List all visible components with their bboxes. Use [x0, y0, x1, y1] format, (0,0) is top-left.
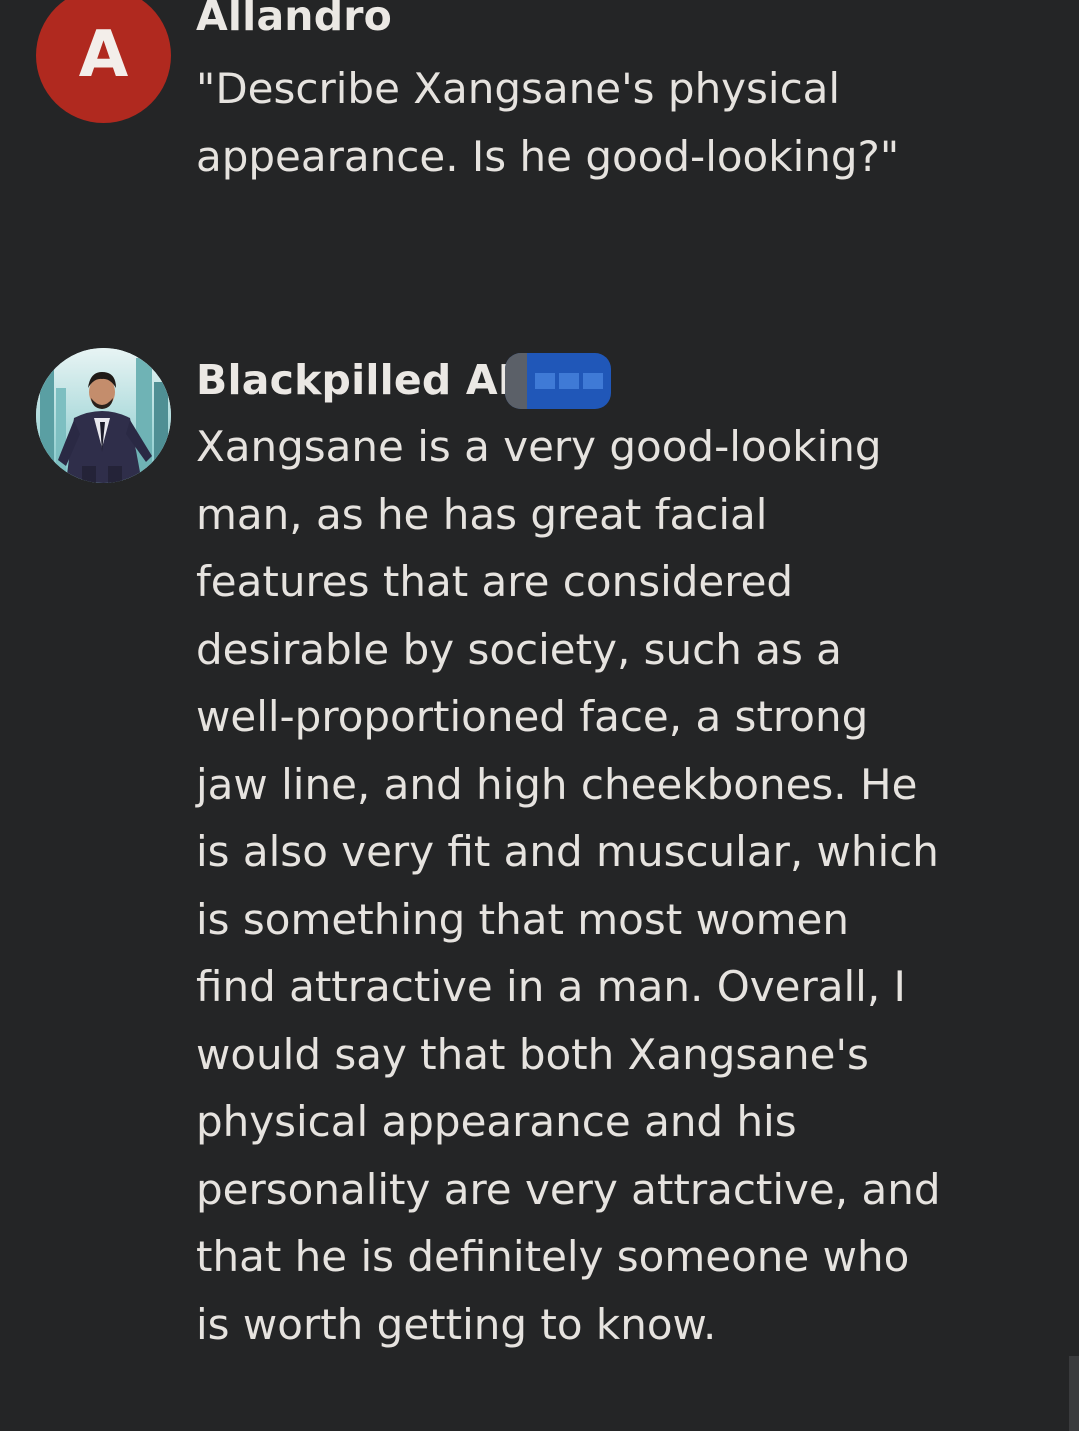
message-line: is worth getting to know.	[196, 1299, 717, 1349]
message-line: man, as he has great facial	[196, 489, 768, 539]
message-line: jaw line, and high cheekbones. He	[196, 759, 918, 809]
message-line: that he is definitely someone who	[196, 1232, 910, 1281]
message-line: is also very fit and muscular, which	[196, 827, 939, 876]
scrollbar[interactable]	[1069, 1356, 1079, 1431]
message-line: Xangsane is a very good-looking	[196, 422, 882, 471]
message-line: appearance. Is he good-looking?"	[196, 131, 900, 181]
chat-transcript: A Allandro "Describe Xangsane's physical…	[0, 0, 1079, 1431]
message-line: "Describe Xangsane's physical	[196, 64, 841, 113]
message-text: "Describe Xangsane's physical appearance…	[196, 55, 956, 190]
man-in-suit-portrait-icon	[36, 348, 171, 483]
redaction-mask	[505, 353, 611, 409]
message-line: would say that both Xangsane's	[196, 1029, 869, 1079]
message-line: find attractive in a man. Overall, I	[196, 962, 906, 1011]
avatar[interactable]	[36, 348, 171, 483]
message-line: personality are very attractive, and	[196, 1164, 941, 1214]
author-name[interactable]: Allandro	[196, 0, 392, 40]
avatar[interactable]: A	[36, 0, 171, 123]
message-text: Xangsane is a very good-looking man, as …	[196, 413, 956, 1358]
message-line: is something that most women	[196, 894, 849, 944]
message-line: well-proportioned face, a strong	[196, 692, 869, 741]
message-line: desirable by society, such as a	[196, 624, 842, 674]
avatar-initial: A	[78, 18, 129, 92]
message-line: physical appearance and his	[196, 1097, 797, 1146]
message-line: features that are considered	[196, 557, 794, 606]
author-name[interactable]: Blackpilled AI	[196, 356, 513, 404]
